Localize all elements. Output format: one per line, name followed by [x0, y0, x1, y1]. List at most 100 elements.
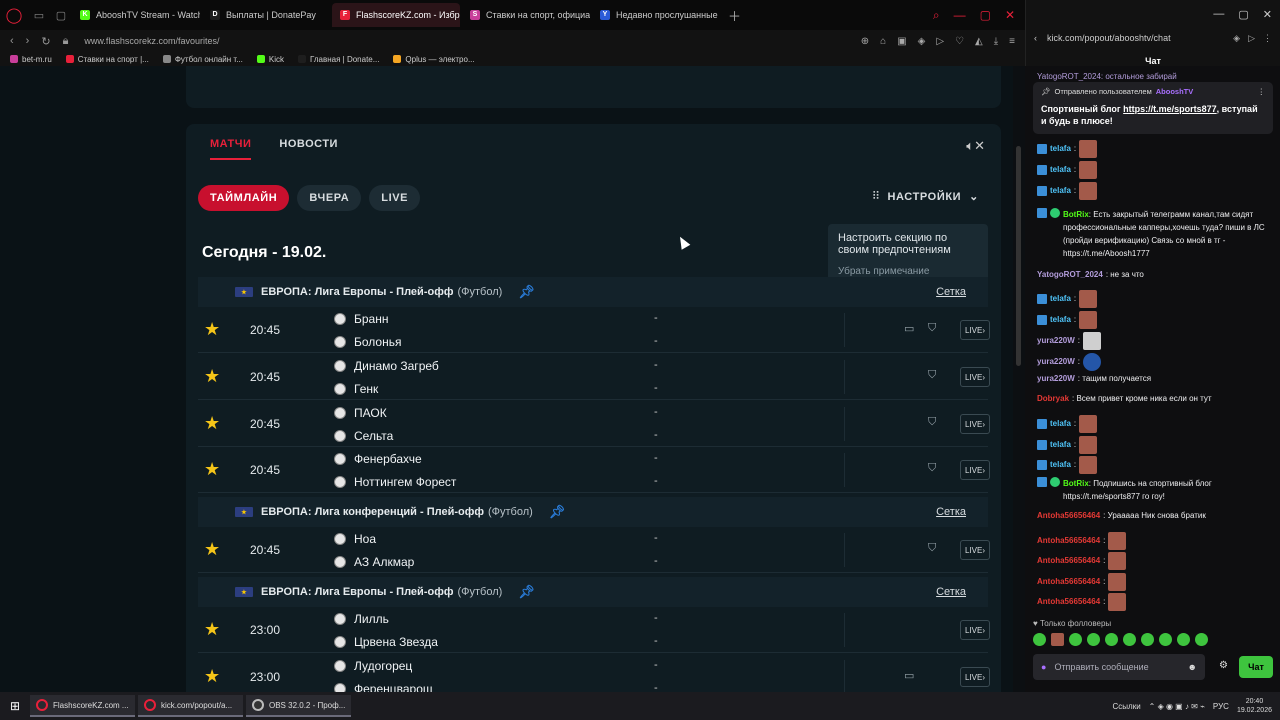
- match-row[interactable]: ★ 20:45 Фенербахче Ноттингем Форест - - ⛉ LIVE ›: [198, 447, 991, 493]
- live-button[interactable]: LIVE ›: [960, 540, 991, 560]
- close-window-button[interactable]: ✕: [1005, 8, 1015, 23]
- match-row[interactable]: ★ 20:45 Ноа АЗ Алкмар - - ⛉ LIVE ›: [198, 527, 991, 573]
- favorite-star-icon[interactable]: ★: [204, 539, 220, 560]
- browser-tab[interactable]: F FlashscoreKZ.com - Избр: [332, 3, 460, 27]
- live-button[interactable]: LIVE ›: [960, 414, 991, 434]
- bookmark-item[interactable]: Qplus — электро...: [393, 55, 475, 64]
- emote[interactable]: [1177, 633, 1190, 646]
- chat-username[interactable]: telafa: [1050, 144, 1071, 154]
- lineup-shirt-icon[interactable]: ⛉: [928, 542, 936, 555]
- emote[interactable]: [1033, 633, 1046, 646]
- chat-username[interactable]: yura220W: [1037, 357, 1075, 367]
- match-row[interactable]: ★ 23:00 Лилль Црвена Звезда - - LIVE ›: [198, 607, 991, 653]
- search-tabs-icon[interactable]: ⌕: [933, 8, 940, 23]
- chat-username[interactable]: telafa: [1050, 165, 1071, 175]
- taskbar-item[interactable]: FlashscoreKZ.com ...: [30, 695, 135, 717]
- page-scrollbar[interactable]: [1013, 66, 1025, 692]
- bookmark-item[interactable]: Ставки на спорт |...: [65, 55, 149, 64]
- match-row[interactable]: ★ 20:45 ПАОК Сельта - - ⛉ LIVE ›: [198, 401, 991, 447]
- send-chat-button[interactable]: Чат: [1239, 656, 1273, 678]
- chat-menu-icon[interactable]: ⋮: [1263, 33, 1272, 44]
- live-button[interactable]: LIVE ›: [960, 620, 991, 640]
- clock[interactable]: 20:40 19.02.2026: [1237, 697, 1272, 715]
- chat-maximize-button[interactable]: ▢: [1238, 8, 1248, 21]
- match-row[interactable]: ★ 20:45 Динамо Загреб Генк - - ⛉ LIVE ›: [198, 354, 991, 400]
- zoom-icon[interactable]: ⊕: [861, 36, 869, 47]
- emote[interactable]: [1123, 633, 1136, 646]
- forward-button[interactable]: ›: [26, 35, 30, 48]
- mute-icon[interactable]: 🔈︎✕: [966, 138, 985, 154]
- tv-icon[interactable]: ▭: [904, 322, 914, 335]
- live-button[interactable]: LIVE ›: [960, 667, 991, 687]
- snapshot-icon[interactable]: ▣: [897, 36, 906, 47]
- chat-username[interactable]: Antoha56656464: [1037, 511, 1100, 521]
- pinned-user[interactable]: AbooshTV: [1156, 87, 1194, 97]
- chat-input[interactable]: ● Отправить сообщение ☻: [1033, 654, 1205, 680]
- mic-icon[interactable]: ●: [1041, 662, 1046, 672]
- emote[interactable]: [1069, 633, 1082, 646]
- taskbar-item[interactable]: OBS 32.0.2 - Проф...: [246, 695, 351, 717]
- league-name[interactable]: ЕВРОПА: Лига Европы - Плей-офф: [261, 586, 453, 598]
- league-name[interactable]: ЕВРОПА: Лига конференций - Плей-офф: [261, 506, 484, 518]
- emote-image[interactable]: [1079, 182, 1098, 200]
- pin-icon[interactable]: ⌂: [880, 36, 886, 47]
- scrollbar-thumb[interactable]: [1016, 146, 1021, 366]
- reload-button[interactable]: ↻: [41, 35, 50, 48]
- emote-image[interactable]: [1079, 290, 1098, 308]
- wallet-icon[interactable]: ◭: [975, 36, 983, 47]
- chat-url[interactable]: kick.com/popout/abooshtv/chat: [1047, 33, 1171, 43]
- opera-menu-icon[interactable]: ◯: [0, 0, 28, 30]
- pin-league-icon[interactable]: 📌︎: [518, 284, 535, 300]
- favorite-star-icon[interactable]: ★: [204, 366, 220, 387]
- emote-image[interactable]: [1079, 456, 1098, 474]
- chat-username[interactable]: Antoha56656464: [1037, 597, 1100, 607]
- bookmark-item[interactable]: Футбол онлайн т...: [162, 55, 243, 64]
- chat-username[interactable]: yura220W: [1037, 336, 1075, 346]
- chat-back-icon[interactable]: ‹: [1034, 33, 1037, 43]
- start-icon[interactable]: ⊞: [0, 699, 30, 713]
- emote[interactable]: [1195, 633, 1208, 646]
- league-header[interactable]: ★ ЕВРОПА: Лига Европы - Плей-офф (Футбол) 📌…: [198, 277, 988, 307]
- language-indicator[interactable]: РУС: [1213, 702, 1229, 711]
- browser-tab[interactable]: Y Недавно прослушанные: [592, 3, 720, 27]
- chat-play-icon[interactable]: ▷: [1248, 33, 1255, 44]
- bracket-link[interactable]: Сетка: [936, 586, 966, 598]
- live-button[interactable]: LIVE ›: [960, 460, 991, 480]
- shield-icon[interactable]: ◈: [918, 36, 926, 47]
- chat-username[interactable]: yura220W: [1037, 374, 1075, 384]
- favorite-star-icon[interactable]: ★: [204, 413, 220, 434]
- chat-username[interactable]: YatogoROT_2024: [1037, 270, 1103, 280]
- chat-username[interactable]: Dobryak: [1037, 394, 1069, 404]
- browser-tab[interactable]: S Ставки на спорт, официа: [462, 3, 590, 27]
- emote-image[interactable]: [1108, 552, 1127, 570]
- pill-yesterday[interactable]: ВЧЕРА: [297, 185, 362, 211]
- bracket-link[interactable]: Сетка: [936, 286, 966, 298]
- emote-image[interactable]: [1108, 593, 1127, 611]
- workspaces-icon[interactable]: ▢: [50, 0, 72, 30]
- tab-news[interactable]: НОВОСТИ: [279, 138, 338, 160]
- taskbar-item[interactable]: kick.com/popout/a...: [138, 695, 243, 717]
- chat-username[interactable]: Antoha56656464: [1037, 577, 1100, 587]
- bookmark-item[interactable]: Kick: [256, 55, 284, 64]
- chat-username[interactable]: telafa: [1050, 294, 1071, 304]
- back-button[interactable]: ‹: [10, 35, 14, 48]
- browser-tab[interactable]: D Выплаты | DonatePay: [202, 3, 330, 27]
- favorite-star-icon[interactable]: ★: [204, 319, 220, 340]
- pinned-link[interactable]: https://t.me/sports877: [1123, 104, 1217, 114]
- unpin-icon[interactable]: ⋮: [1258, 87, 1266, 97]
- emote-image[interactable]: [1079, 311, 1098, 329]
- links-label[interactable]: Ссылки: [1113, 702, 1141, 711]
- emote[interactable]: [1051, 633, 1064, 646]
- emote-image[interactable]: [1079, 161, 1098, 179]
- play-icon[interactable]: ▷: [936, 36, 944, 47]
- url-field[interactable]: www.flashscorekz.com/favourites/: [84, 36, 219, 46]
- lock-icon[interactable]: 🔒︎: [63, 35, 69, 48]
- tray-icons[interactable]: ⌃ ◈ ◉ ▣ ♪ ✉ ⌁: [1149, 702, 1205, 711]
- league-header[interactable]: ★ ЕВРОПА: Лига Европы - Плей-офф (Футбол) 📌…: [198, 577, 988, 607]
- emote-image[interactable]: [1083, 353, 1102, 371]
- chat-username[interactable]: telafa: [1050, 460, 1071, 470]
- chat-username[interactable]: telafa: [1050, 315, 1071, 325]
- chat-username[interactable]: telafa: [1050, 440, 1071, 450]
- sidebar-toggle-icon[interactable]: ▭: [28, 0, 50, 30]
- match-row[interactable]: ★ 20:45 Бранн Болонья - - ▭ ⛉ LIVE ›: [198, 307, 991, 353]
